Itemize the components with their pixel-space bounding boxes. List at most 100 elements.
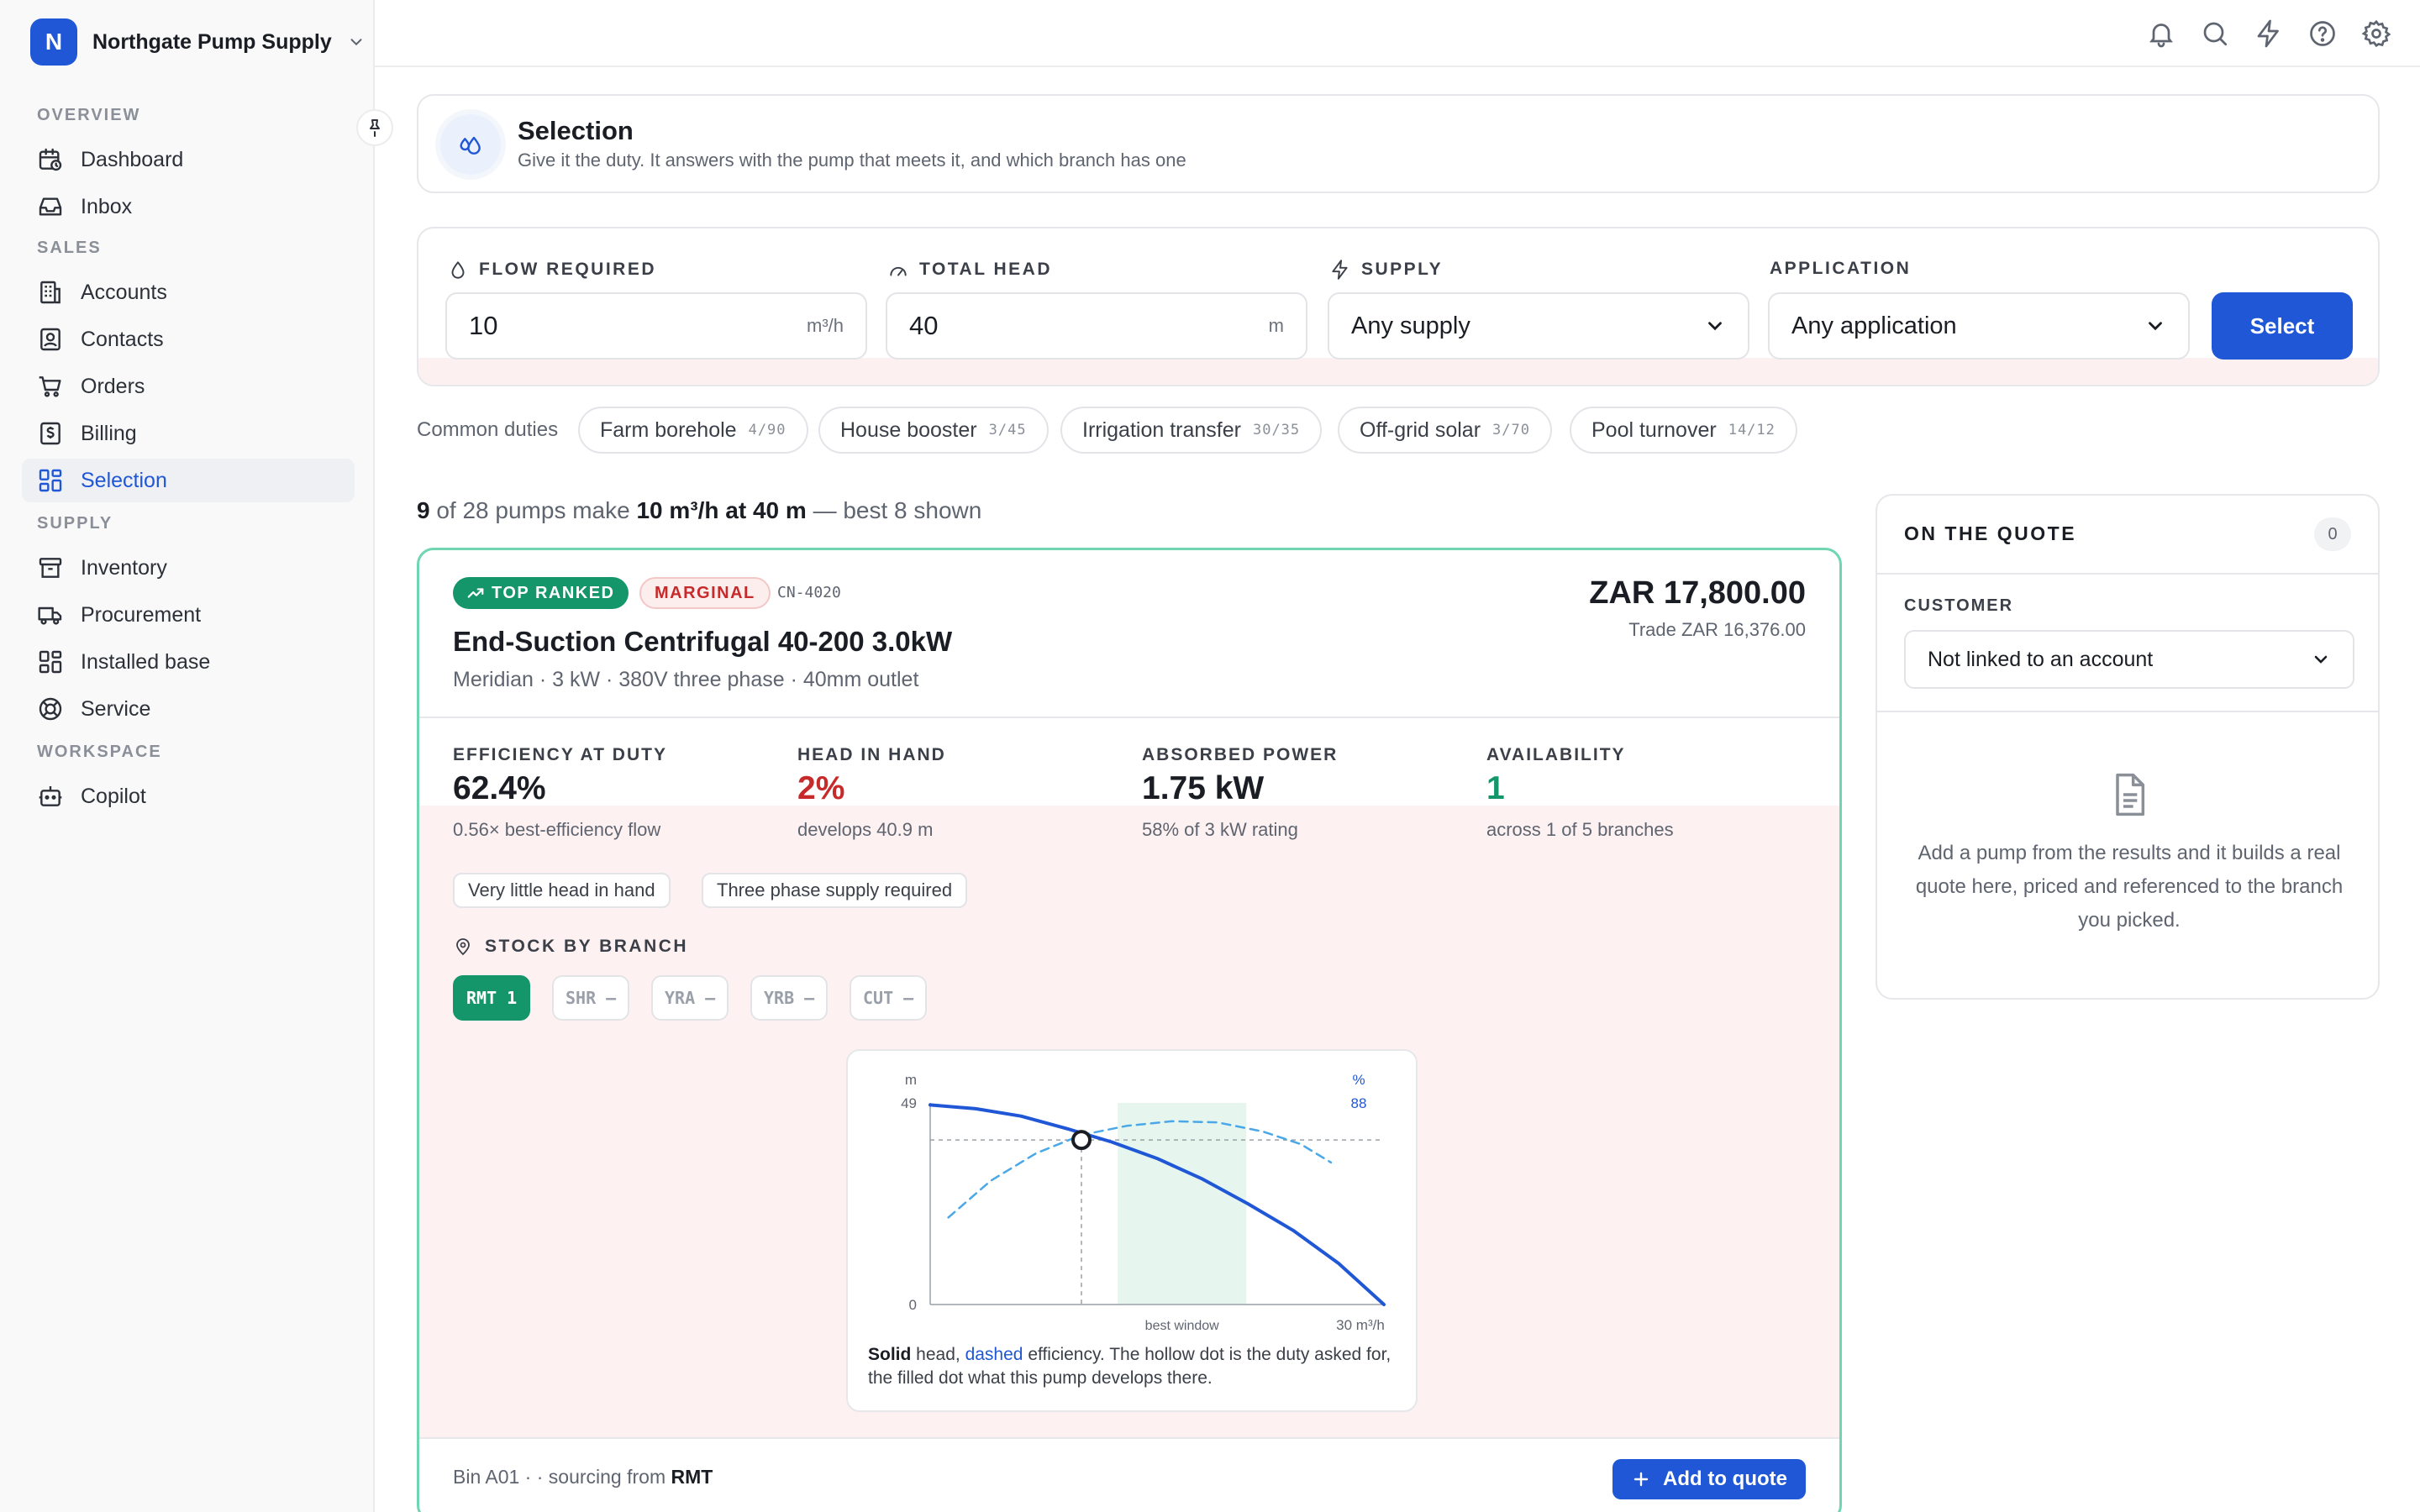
grid-icon (39, 469, 62, 492)
supply-select[interactable]: Any supply (1328, 292, 1749, 360)
sidebar-item-label: Inbox (81, 194, 133, 218)
customer-label: CUSTOMER (1904, 596, 2014, 615)
search-icon[interactable] (2200, 18, 2230, 49)
bolt-icon (1332, 260, 1348, 280)
pump-meta: Meridian · 3 kW · 380V three phase · 40m… (453, 668, 919, 691)
duty-chip-irrigation-transfer[interactable]: Irrigation transfer 30/35 (1060, 407, 1323, 454)
quote-panel: ON THE QUOTE 0 CUSTOMER Not linked to an… (1876, 494, 2380, 1000)
pump-curve-svg: m 49 0% 88 best window 30 m³/h (901, 1072, 1386, 1333)
sidebar-item-label: Orders (81, 374, 145, 398)
branch-stock-yra[interactable]: YRA — (651, 975, 729, 1021)
pin-sidebar-button[interactable] (356, 109, 393, 146)
sidebar-item-label: Billing (81, 421, 137, 445)
gear-icon[interactable] (2361, 18, 2391, 49)
y-unit-right: % (1352, 1072, 1365, 1088)
nav-section-sales: SALES (37, 239, 102, 257)
branch-stock-rmt[interactable]: RMT 1 (453, 975, 531, 1021)
bell-icon[interactable] (2146, 18, 2176, 49)
sidebar-item-label: Installed base (81, 649, 211, 674)
metric-value: 62.4% (453, 770, 546, 806)
branch-stock-shr[interactable]: SHR — (552, 975, 630, 1021)
sidebar-item-service[interactable]: Service (22, 687, 355, 731)
top-bar (375, 0, 2420, 67)
duty-chip-pool-turnover[interactable]: Pool turnover 14/12 (1570, 407, 1797, 454)
help-icon[interactable] (2307, 18, 2338, 49)
warning-flag: Very little head in hand (453, 873, 671, 908)
nav-section-supply: SUPPLY (37, 514, 113, 533)
sidebar-item-procurement[interactable]: Procurement (22, 593, 355, 637)
application-label: APPLICATION (1770, 259, 1912, 278)
select-button[interactable]: Select (2212, 292, 2353, 360)
sidebar-item-label: Dashboard (81, 147, 184, 171)
sidebar-item-accounts[interactable]: Accounts (22, 270, 355, 314)
sidebar-item-billing[interactable]: Billing (22, 412, 355, 455)
flow-input[interactable]: 10 m³/h (445, 292, 867, 360)
sidebar-item-orders[interactable]: Orders (22, 365, 355, 408)
head-input[interactable]: 40 m (886, 292, 1307, 360)
pump-price: ZAR 17,800.00 (1589, 575, 1806, 611)
sidebar-item-label: Contacts (81, 327, 164, 351)
selection-icon-badge (440, 114, 501, 175)
droplet-icon (451, 261, 465, 279)
sidebar-item-label: Inventory (81, 555, 167, 580)
metric-efficiency: EFFICIENCY AT DUTY 62.4% 0.56× best-effi… (453, 745, 789, 841)
flow-label: FLOW REQUIRED (447, 259, 656, 281)
branch-stock-yrb[interactable]: YRB — (750, 975, 829, 1021)
archive-icon (39, 558, 62, 578)
sidebar-item-dashboard[interactable]: Dashboard (22, 138, 355, 181)
duty-chip-off-grid-solar[interactable]: Off-grid solar 3/70 (1338, 407, 1552, 454)
head-label: TOTAL HEAD (887, 259, 1052, 281)
trade-price: Trade ZAR 16,376.00 (1628, 619, 1806, 640)
best-window-label: best window (1145, 1319, 1219, 1333)
duty-chip-house-booster[interactable]: House booster 3/45 (818, 407, 1049, 454)
sidebar-item-inbox[interactable]: Inbox (22, 185, 355, 228)
application-select[interactable]: Any application (1768, 292, 2190, 360)
sidebar-item-label: Accounts (81, 280, 167, 304)
branch-stock-cut[interactable]: CUT — (850, 975, 928, 1021)
truck-icon (38, 606, 62, 625)
sidebar-item-inventory[interactable]: Inventory (22, 546, 355, 590)
duty-chip-farm-borehole[interactable]: Farm borehole 4/90 (578, 407, 808, 454)
bin-location: Bin A01 · · sourcing from RMT (453, 1466, 713, 1488)
bolt-icon[interactable] (2254, 18, 2284, 49)
y-tick-bottom: 0 (909, 1297, 917, 1313)
common-duties-label: Common duties (417, 418, 559, 441)
metric-availability: AVAILABILITY 1 across 1 of 5 branches (1486, 745, 1823, 841)
quote-count-badge: 0 (2314, 517, 2351, 551)
org-logo: N (30, 18, 77, 66)
chevron-down-icon (2149, 322, 2162, 331)
building-icon (40, 281, 60, 304)
sidebar-item-contacts[interactable]: Contacts (22, 318, 355, 361)
bot-icon (39, 786, 62, 806)
metric-value: 1 (1486, 770, 1505, 806)
pin-icon (370, 119, 380, 137)
sidebar-item-copilot[interactable]: Copilot (22, 774, 355, 818)
document-icon (2116, 773, 2145, 816)
pump-sku: CN-4020 (777, 584, 841, 601)
flow-unit: m³/h (807, 315, 844, 336)
metric-value: 1.75 kW (1142, 770, 1265, 806)
y-unit-left: m (905, 1072, 917, 1088)
org-switcher[interactable]: N Northgate Pump Supply (30, 18, 366, 66)
sidebar-item-label: Service (81, 696, 151, 721)
metric-head-in-hand: HEAD IN HAND 2% develops 40.9 m (797, 745, 1134, 841)
supply-value: Any supply (1351, 312, 1470, 339)
divider (419, 1437, 1839, 1439)
flow-value: 10 (469, 311, 498, 340)
stock-by-branch-label: STOCK BY BRANCH (453, 937, 688, 957)
sidebar-item-label: Selection (81, 468, 167, 492)
head-unit: m (1268, 315, 1284, 336)
y-tick-top: 49 (901, 1095, 917, 1111)
add-to-quote-button[interactable]: Add to quote (1612, 1459, 1806, 1499)
customer-select[interactable]: Not linked to an account (1904, 630, 2354, 689)
droplets-icon (460, 136, 481, 155)
plus-icon (1634, 1472, 1649, 1487)
customer-value: Not linked to an account (1928, 647, 2154, 671)
chevron-down-icon (1708, 322, 1722, 331)
duty-form: FLOW REQUIRED 10 m³/h TOTAL HEAD 40 m SU… (417, 227, 2380, 386)
best-window-band (1118, 1103, 1247, 1305)
sidebar-item-selection[interactable]: Selection (22, 459, 355, 502)
sidebar-item-installed-base[interactable]: Installed base (22, 640, 355, 684)
gauge-icon (890, 266, 907, 276)
form-status-strip (418, 358, 2378, 385)
